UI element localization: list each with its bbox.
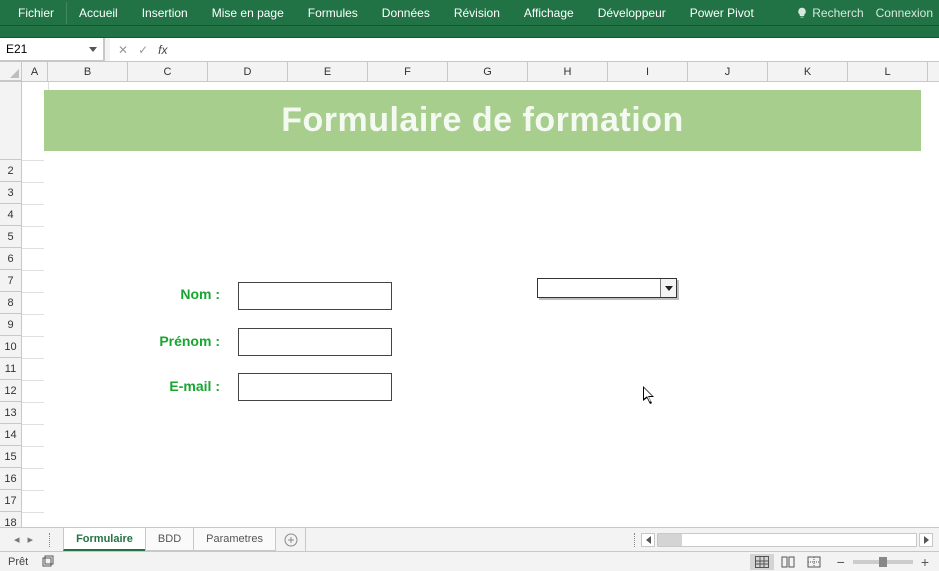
ribbon-tab-data[interactable]: Données [370, 2, 442, 24]
name-box[interactable]: E21 [0, 38, 104, 61]
col-header-J[interactable]: J [688, 62, 768, 81]
lightbulb-icon [796, 6, 808, 20]
col-header-I[interactable]: I [608, 62, 688, 81]
input-nom[interactable] [238, 282, 392, 310]
row-header-3[interactable]: 3 [0, 182, 21, 204]
hscroll-thumb[interactable] [658, 534, 682, 546]
hscroll-grip[interactable] [634, 533, 635, 547]
ribbon-tab-developer[interactable]: Développeur [586, 2, 678, 24]
row-header-12[interactable]: 12 [0, 380, 21, 402]
column-headers: A B C D E F G H I J K L [0, 62, 939, 82]
name-box-value: E21 [6, 42, 27, 56]
view-page-layout-button[interactable] [776, 554, 800, 570]
hscroll-left-button[interactable] [641, 533, 655, 547]
sheet-tab-parametres[interactable]: Parametres [193, 528, 276, 551]
tab-nav-prev-icon[interactable]: ◂ [14, 533, 20, 546]
input-email[interactable] [238, 373, 392, 401]
macro-record-icon[interactable] [42, 555, 56, 569]
col-header-D[interactable]: D [208, 62, 288, 81]
banner: Formulaire de formation [44, 90, 921, 151]
chevron-down-icon[interactable] [660, 279, 676, 297]
zoom-out-button[interactable]: − [835, 554, 847, 570]
confirm-formula-icon[interactable]: ✓ [138, 43, 148, 57]
row-header-18[interactable]: 18 [0, 512, 21, 527]
zoom-slider[interactable] [853, 560, 913, 564]
row-header-16[interactable]: 16 [0, 468, 21, 490]
row-header-2[interactable]: 2 [0, 160, 21, 182]
row-header-10[interactable]: 10 [0, 336, 21, 358]
row-header-6[interactable]: 6 [0, 248, 21, 270]
search-label[interactable]: Recherch [812, 6, 863, 20]
ribbon-toolbar-area [0, 26, 939, 38]
ribbon-tab-home[interactable]: Accueil [67, 2, 130, 24]
sheet-tab-bdd[interactable]: BDD [145, 528, 194, 551]
ribbon-tab-file[interactable]: Fichier [6, 2, 67, 24]
row-headers: 2 3 4 5 6 7 8 9 10 11 12 13 14 15 16 17 … [0, 82, 22, 527]
col-header-F[interactable]: F [368, 62, 448, 81]
label-nom: Nom : [100, 286, 220, 302]
formula-input[interactable] [175, 38, 939, 61]
select-all-corner[interactable] [0, 62, 22, 81]
col-header-E[interactable]: E [288, 62, 368, 81]
ribbon-tab-power-pivot[interactable]: Power Pivot [678, 2, 766, 24]
row-header-5[interactable]: 5 [0, 226, 21, 248]
formula-bar: E21 ✕ ✓ fx [0, 38, 939, 62]
tab-nav-separator [49, 533, 50, 547]
ribbon-tab-view[interactable]: Affichage [512, 2, 586, 24]
status-bar: Prêt − + [0, 551, 939, 571]
input-prenom[interactable] [238, 328, 392, 356]
tab-nav-next-icon[interactable]: ▸ [28, 533, 34, 546]
col-header-A[interactable]: A [22, 62, 48, 81]
add-sheet-button[interactable] [276, 528, 306, 551]
sheet-tabs: ◂ ▸ Formulaire BDD Parametres [0, 527, 939, 551]
banner-title: Formulaire de formation [281, 101, 684, 140]
view-normal-button[interactable] [750, 554, 774, 570]
view-page-break-button[interactable] [802, 554, 826, 570]
cells-area[interactable]: Formulaire de formation Nom : Prénom : E… [22, 82, 939, 527]
row-header-11[interactable]: 11 [0, 358, 21, 380]
fx-icon[interactable]: fx [158, 43, 167, 57]
row-header-13[interactable]: 13 [0, 402, 21, 424]
col-header-K[interactable]: K [768, 62, 848, 81]
hscroll-track[interactable] [657, 533, 917, 547]
ribbon: Fichier Accueil Insertion Mise en page F… [0, 0, 939, 26]
status-ready: Prêt [8, 556, 28, 568]
account-link[interactable]: Connexion [876, 6, 933, 20]
zoom-in-button[interactable]: + [919, 554, 931, 570]
label-email: E-mail : [100, 378, 220, 394]
ribbon-tab-page-layout[interactable]: Mise en page [200, 2, 296, 24]
row-header-15[interactable]: 15 [0, 446, 21, 468]
row-header-7[interactable]: 7 [0, 270, 21, 292]
col-header-G[interactable]: G [448, 62, 528, 81]
col-header-H[interactable]: H [528, 62, 608, 81]
row-header-14[interactable]: 14 [0, 424, 21, 446]
ribbon-tab-formulas[interactable]: Formules [296, 2, 370, 24]
ribbon-tab-insert[interactable]: Insertion [130, 2, 200, 24]
row-header-9[interactable]: 9 [0, 314, 21, 336]
col-header-B[interactable]: B [48, 62, 128, 81]
hscroll-right-button[interactable] [919, 533, 933, 547]
sheet-tab-formulaire[interactable]: Formulaire [63, 528, 146, 551]
row-header-4[interactable]: 4 [0, 204, 21, 226]
label-prenom: Prénom : [100, 333, 220, 349]
ribbon-tab-review[interactable]: Révision [442, 2, 512, 24]
row-header-17[interactable]: 17 [0, 490, 21, 512]
combo-categorie[interactable] [537, 278, 677, 298]
combo-value [538, 283, 542, 295]
col-header-L[interactable]: L [848, 62, 928, 81]
row-header-1[interactable] [0, 82, 21, 160]
row-header-8[interactable]: 8 [0, 292, 21, 314]
cancel-formula-icon[interactable]: ✕ [118, 43, 128, 57]
grid: A B C D E F G H I J K L 2 3 4 5 6 7 8 9 … [0, 62, 939, 527]
col-header-C[interactable]: C [128, 62, 208, 81]
